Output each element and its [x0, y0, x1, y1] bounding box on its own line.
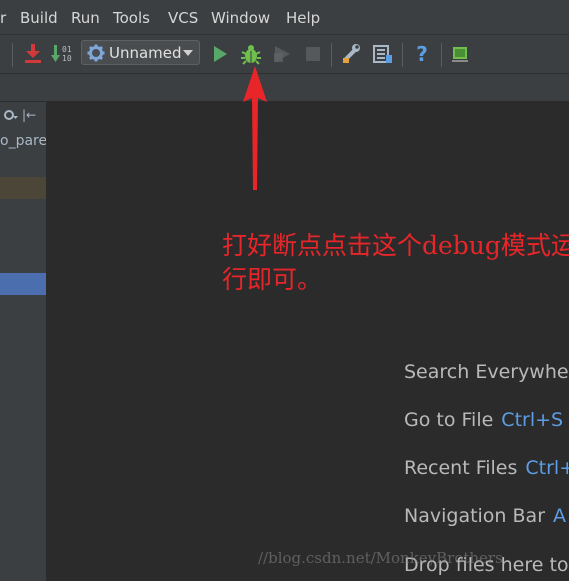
- annotation-text: 打好断点点击这个debug模式运行即可。: [222, 231, 569, 294]
- menu-item-truncated[interactable]: r: [0, 9, 6, 27]
- toolbar-separator: [12, 43, 13, 67]
- gear-icon[interactable]: [2, 108, 18, 122]
- menu-item-tools[interactable]: Tools: [113, 9, 150, 27]
- toolbar-separator: [331, 43, 332, 67]
- hint-navigation-bar: Navigation Bar A: [404, 504, 566, 528]
- sdk-manager-button[interactable]: [449, 41, 471, 67]
- menu-bar: r Build Run Tools VCS Window Help: [0, 0, 569, 35]
- sdk-icon: [452, 47, 468, 62]
- menu-item-build[interactable]: Build: [20, 9, 58, 27]
- build-red-arrow-icon: [25, 44, 41, 63]
- hint-shortcut: Ctrl+: [525, 457, 569, 479]
- debug-bug-icon: [241, 45, 261, 65]
- toolbar-separator: [402, 43, 403, 67]
- menu-item-run[interactable]: Run: [71, 9, 100, 27]
- tree-item-selected[interactable]: [0, 273, 46, 295]
- project-structure-icon: [373, 45, 392, 63]
- main-toolbar: 01 10 Unnamed ?: [0, 35, 569, 74]
- editor-empty-area: Search Everywher Go to File Ctrl+S Recent…: [48, 102, 569, 581]
- hint-label: Go to File: [404, 409, 494, 431]
- stop-button[interactable]: [303, 41, 323, 67]
- binary-sort-icon: 01 10: [51, 45, 72, 63]
- hint-shortcut: Ctrl+S: [501, 409, 564, 431]
- run-button[interactable]: [210, 41, 230, 67]
- tree-item-highlighted[interactable]: [0, 177, 46, 199]
- run-configuration-label: Unnamed: [109, 44, 182, 62]
- hint-label: Search Everywher: [404, 361, 569, 383]
- stop-icon: [306, 47, 320, 61]
- coverage-icon: [274, 46, 290, 62]
- help-button[interactable]: ?: [410, 41, 434, 67]
- hint-recent-files: Recent Files Ctrl+: [404, 456, 569, 480]
- menu-item-vcs[interactable]: VCS: [168, 9, 198, 27]
- hint-search-everywhere: Search Everywher: [404, 360, 569, 384]
- run-icon: [214, 46, 227, 62]
- watermark: //blog.csdn.net/MonkeyBrothers: [258, 549, 503, 567]
- coverage-button[interactable]: [271, 41, 293, 67]
- chevron-down-icon: [183, 50, 193, 56]
- project-structure-button[interactable]: [370, 41, 394, 67]
- project-tool-window: |← o_pare: [0, 102, 47, 581]
- settings-button[interactable]: [339, 41, 363, 67]
- build-button[interactable]: [22, 41, 44, 67]
- help-icon: ?: [416, 42, 428, 66]
- menu-item-help[interactable]: Help: [286, 9, 320, 27]
- hide-panel-icon[interactable]: |←: [22, 108, 36, 122]
- gear-icon: [87, 44, 105, 62]
- tree-item-label: o_pare: [0, 133, 46, 149]
- run-configuration-dropdown[interactable]: Unnamed: [81, 40, 200, 65]
- hint-label: Navigation Bar: [404, 505, 546, 527]
- settings-wrench-icon: [343, 44, 360, 63]
- sort-button[interactable]: 01 10: [50, 41, 74, 67]
- hint-label: Recent Files: [404, 457, 518, 479]
- tree-item[interactable]: o_pare: [0, 130, 46, 152]
- red-arrow-icon: [243, 66, 267, 190]
- hint-shortcut: A: [553, 505, 567, 527]
- project-panel-header: |←: [0, 104, 46, 126]
- navigation-strip: [0, 74, 569, 102]
- debug-button[interactable]: [239, 41, 263, 67]
- svg-text:01: 01: [62, 45, 72, 54]
- hint-go-to-file: Go to File Ctrl+S: [404, 408, 563, 432]
- toolbar-separator: [441, 43, 442, 67]
- svg-text:10: 10: [62, 54, 72, 63]
- menu-item-window[interactable]: Window: [211, 9, 270, 27]
